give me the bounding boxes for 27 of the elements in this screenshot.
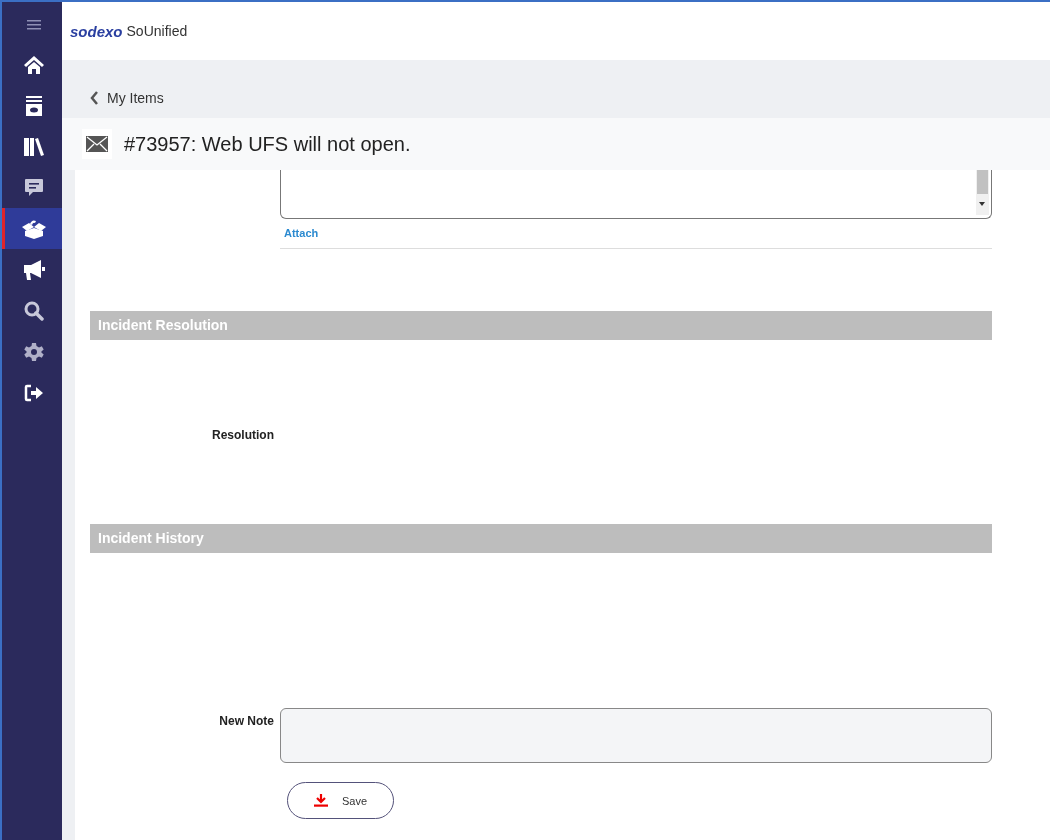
logo: sodexo <box>70 22 123 40</box>
section-header: Incident Resolution <box>90 311 992 340</box>
note-field[interactable] <box>280 708 992 763</box>
archive-icon <box>24 95 43 116</box>
chat-icon <box>23 177 44 198</box>
description-field[interactable] <box>280 170 992 219</box>
back-link[interactable]: My Items <box>90 90 164 106</box>
logout-icon <box>23 383 44 402</box>
scrollbar[interactable] <box>976 170 989 215</box>
field-label: Resolution <box>212 428 274 442</box>
settings-icon <box>23 341 44 362</box>
save-button[interactable]: Save <box>287 782 394 819</box>
books-icon <box>22 136 45 157</box>
search-icon <box>23 300 44 321</box>
envelope-icon <box>86 136 108 152</box>
section-header: Incident History <box>90 524 992 553</box>
chevron-left-icon <box>90 91 99 105</box>
field-label: New Note <box>218 713 274 728</box>
download-icon <box>313 794 328 807</box>
attach-link[interactable]: Attach <box>284 227 992 239</box>
sidebar-item[interactable] <box>2 208 62 249</box>
ticket-title: #73957: Web UFS will not open. <box>124 132 411 156</box>
menu-icon <box>26 20 41 30</box>
open-box-icon <box>20 217 47 240</box>
megaphone-icon <box>21 258 46 281</box>
app-name: SoUnified <box>126 23 188 39</box>
home-icon <box>22 54 45 75</box>
